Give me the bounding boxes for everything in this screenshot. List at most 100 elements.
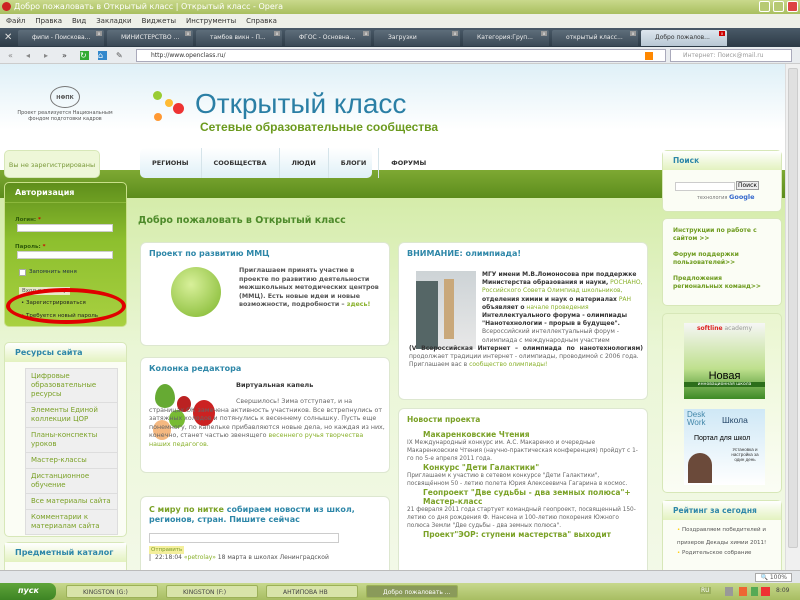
reload-icon[interactable]: ↻: [80, 51, 89, 60]
home-icon[interactable]: ⌂: [98, 51, 107, 60]
edit-icon[interactable]: ✎: [116, 51, 125, 60]
link-ran[interactable]: РАН: [619, 296, 631, 303]
resource-link[interactable]: Цифровые образовательные ресурсы: [26, 369, 117, 403]
close-tab-icon[interactable]: x: [719, 31, 725, 36]
close-tab-icon[interactable]: x: [541, 31, 547, 36]
editor-subtitle[interactable]: Виртуальная капель: [236, 381, 313, 389]
news-item-title[interactable]: Конкурс "Дети Галактики": [407, 463, 639, 472]
rating-item[interactable]: • Родительское собрание: [663, 550, 781, 556]
remember-me-checkbox[interactable]: [19, 269, 26, 276]
minimize-button[interactable]: [759, 1, 770, 12]
project-news-card: Новости проекта Макаренковские Чтения IX …: [398, 408, 648, 570]
close-tab-icon[interactable]: x: [96, 31, 102, 36]
rss-icon[interactable]: [645, 52, 653, 60]
taskbar-item[interactable]: АНТИПОВА НВ: [266, 585, 358, 598]
search-panel: Поиск Поиск технология Google: [662, 150, 782, 212]
password-input[interactable]: [17, 251, 113, 259]
close-button[interactable]: [787, 1, 798, 12]
nav-regions[interactable]: РЕГИОНЫ: [140, 148, 202, 178]
fast-forward-icon[interactable]: »: [62, 51, 71, 60]
maximize-button[interactable]: [773, 1, 784, 12]
resource-link[interactable]: Элементы Единой коллекции ЦОР: [26, 403, 117, 428]
close-tab-icon[interactable]: x: [363, 31, 369, 36]
resource-link[interactable]: Все материалы сайта: [26, 494, 117, 510]
softline-banner[interactable]: softline academy Новая инновационная шко…: [684, 323, 765, 399]
resource-link[interactable]: Комментарии к материалам сайта: [26, 510, 117, 534]
vertical-scrollbar[interactable]: [785, 64, 800, 570]
tab[interactable]: открытый класс... x: [552, 30, 638, 46]
menu-tools[interactable]: Инструменты: [186, 17, 236, 25]
taskbar-item[interactable]: KINGSTON (F:): [166, 585, 258, 598]
close-tab-icon[interactable]: x: [630, 31, 636, 36]
tools-icon[interactable]: ✕: [4, 32, 12, 43]
zoom-level[interactable]: 🔍 100%: [755, 573, 792, 582]
nav-blogs[interactable]: БЛОГИ: [329, 148, 380, 178]
menu-view[interactable]: Вид: [72, 17, 86, 25]
tab[interactable]: Загрузки x: [374, 30, 460, 46]
site-title[interactable]: Открытый класс: [195, 88, 406, 120]
resource-link[interactable]: Мастер-классы: [26, 453, 117, 469]
menu-bookmarks[interactable]: Закладки: [96, 17, 131, 25]
mmc-title[interactable]: Проект по развитию ММЦ: [149, 249, 381, 258]
welcome-heading: Добро пожаловать в Открытый класс: [138, 215, 346, 226]
tab-label: фипи - Поисковa...: [32, 34, 91, 41]
news-item-title[interactable]: Проект"ЭОР: ступени мастерства" выходит: [407, 530, 639, 539]
language-indicator[interactable]: RU: [700, 587, 711, 594]
link-olympiad-community[interactable]: сообщество олимпиады!: [469, 361, 547, 368]
nav-forums[interactable]: ФОРУМЫ: [379, 148, 438, 178]
taskbar-item-active[interactable]: Добро пожаловать ...: [366, 585, 458, 598]
news-item-title[interactable]: Макаренковские Чтения: [407, 430, 639, 439]
tab[interactable]: МИНИСТЕРСТВО ... x: [107, 30, 193, 46]
url-input[interactable]: http://www.openclass.ru/: [136, 49, 666, 62]
address-toolbar: « ◂ ▸ » ↻ ⌂ ✎ http://www.openclass.ru/ И…: [0, 47, 800, 64]
search-title: Поиск: [663, 151, 781, 170]
rating-item[interactable]: • Поздравляем победителей и призеров Дек…: [663, 520, 781, 550]
forward-icon[interactable]: ▸: [44, 51, 53, 60]
rewind-icon[interactable]: «: [8, 51, 17, 60]
news-item-title[interactable]: Геопроект "Две судьбы - два земных полюс…: [407, 488, 639, 506]
tab-active[interactable]: Добро пожалов... x: [641, 30, 727, 46]
tab[interactable]: тамбов викн - П... x: [196, 30, 282, 46]
resource-link[interactable]: Дистанционное обучение: [26, 469, 117, 494]
tab-label: МИНИСТЕРСТВО ...: [121, 34, 180, 41]
link-start[interactable]: начале проведения: [526, 304, 588, 311]
link-council[interactable]: Российского Совета Олимпиад школьников,: [482, 287, 622, 294]
menu-bar: Файл Правка Вид Закладки Виджеты Инструм…: [0, 14, 800, 28]
olympiad-title[interactable]: ВНИМАНИЕ: олимпиада!: [407, 249, 639, 258]
news-feed-input[interactable]: [149, 533, 339, 543]
catalog-title[interactable]: Предметный каталог: [5, 543, 126, 562]
menu-help[interactable]: Справка: [246, 17, 277, 25]
support-forum-link[interactable]: Форум поддержки пользователей>>: [673, 251, 771, 267]
menu-widgets[interactable]: Виджеты: [142, 17, 176, 25]
back-icon[interactable]: ◂: [26, 51, 35, 60]
proposals-link[interactable]: Предложения региональных команд>>: [673, 275, 771, 291]
menu-file[interactable]: Файл: [6, 17, 25, 25]
tab[interactable]: фипи - Поисковa... x: [18, 30, 104, 46]
login-input[interactable]: [17, 224, 113, 232]
nav-communities[interactable]: СООБЩЕСТВА: [202, 148, 280, 178]
mmc-link[interactable]: здесь!: [347, 301, 371, 308]
entry-user[interactable]: «petrolay»: [184, 554, 216, 561]
tab[interactable]: ФГОС - Основна... x: [285, 30, 371, 46]
menu-edit[interactable]: Правка: [35, 17, 62, 25]
google-search-input[interactable]: [675, 182, 735, 191]
search-input[interactable]: Интернет: Поиск@mail.ru: [670, 49, 792, 62]
taskbar-item[interactable]: KINGSTON (G:): [66, 585, 158, 598]
link-rosnano[interactable]: РОСНАНО,: [610, 279, 642, 286]
olympiad-text: МГУ имени М.В.Ломоносова при поддержке М…: [409, 271, 643, 369]
nav-people[interactable]: ЛЮДИ: [280, 148, 329, 178]
tab[interactable]: Категория:Груп... x: [463, 30, 549, 46]
editor-title[interactable]: Колонка редактора: [149, 364, 381, 373]
start-button[interactable]: пуск: [0, 583, 56, 600]
scrollbar-thumb[interactable]: [788, 68, 798, 548]
close-tab-icon[interactable]: x: [185, 31, 191, 36]
close-tab-icon[interactable]: x: [452, 31, 458, 36]
deskwork-banner[interactable]: Desk Work Школа Портал для школ Установк…: [684, 409, 765, 485]
resource-link[interactable]: Планы-конспекты уроков: [26, 428, 117, 453]
instructions-link[interactable]: Инструкции по работе с сайтом >>: [673, 227, 771, 243]
close-tab-icon[interactable]: x: [274, 31, 280, 36]
google-search-button[interactable]: Поиск: [736, 181, 760, 190]
site-subtitle: Сетевые образовательные сообщества: [200, 120, 439, 134]
olympiad-p1d: Интеллектуального форума - олимпиады "На…: [482, 312, 628, 328]
send-button[interactable]: Отправить: [149, 546, 185, 554]
